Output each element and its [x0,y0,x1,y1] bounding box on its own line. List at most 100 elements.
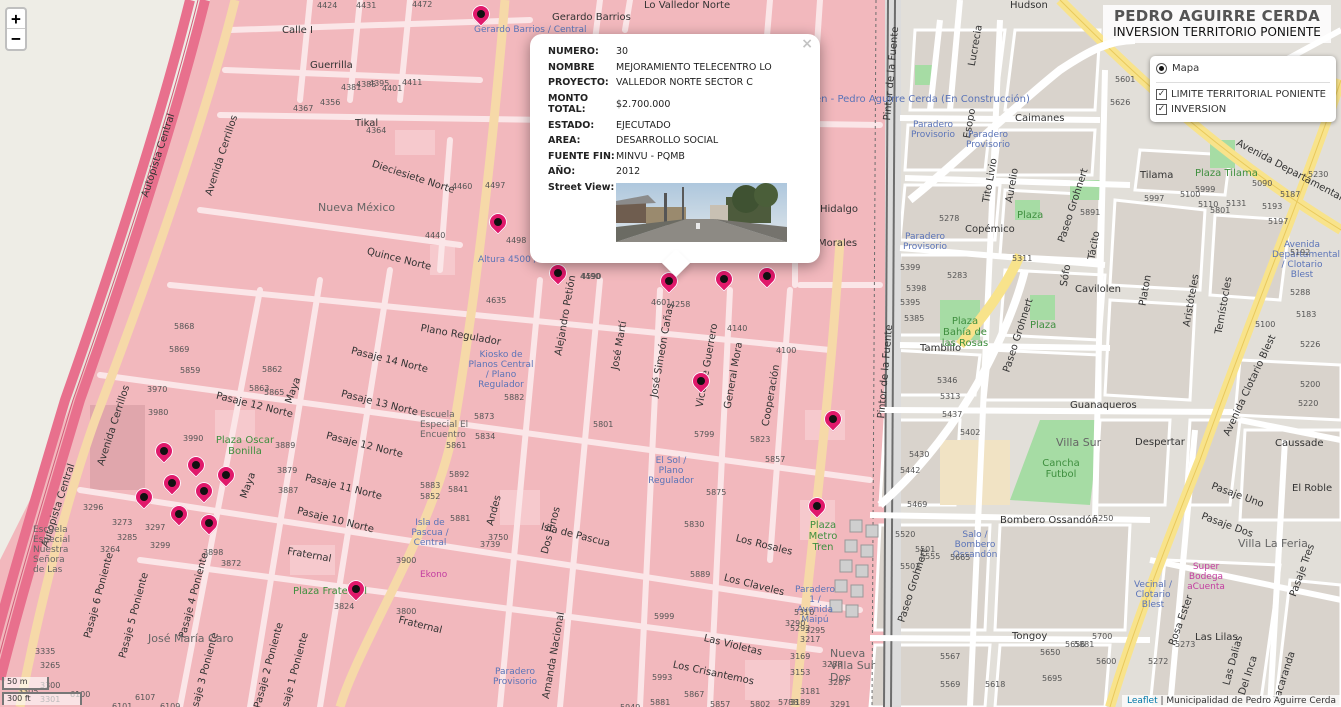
house-number-label: 5801 [593,420,614,429]
place-label: Escuela Especial El Encuentro [420,410,469,440]
place-label: Super Bodega aCuenta [1187,562,1225,592]
house-number-label: 6107 [135,693,156,702]
house-number-label: 5502 [900,562,921,571]
project-marker[interactable] [198,514,220,540]
popup-close-button[interactable]: × [801,36,813,52]
popup-value: MEJORAMIENTO TELECENTRO LO [616,61,772,73]
house-number-label: 4258 [670,300,691,309]
house-number-label: 3750 [488,533,509,542]
place-label: Ekono [420,570,448,580]
project-marker[interactable] [806,497,828,523]
house-number-label: 5882 [504,393,525,402]
popup-row: ESTADO: EJECUTADO [548,120,787,136]
map-title: PEDRO AGUIRRE CERDA [1113,7,1321,25]
project-marker[interactable] [470,5,492,31]
project-marker[interactable] [185,456,207,482]
leaflet-link[interactable]: Leaflet [1127,696,1158,706]
popup-key: PROYECTO: [548,77,609,88]
project-marker[interactable] [168,505,190,531]
house-number-label: 5862 [262,365,283,374]
house-number-label: 3889 [275,441,296,450]
popup-row: NUMERO: 30 [548,46,787,62]
house-number-label: 5395 [900,298,921,307]
project-marker[interactable] [713,270,735,296]
project-marker[interactable] [690,372,712,398]
house-number-label: 3990 [183,434,204,443]
house-number-label: 5567 [940,652,961,661]
attribution-source: Municipalidad de Pedro Aguirre Cerda [1166,696,1336,706]
project-marker[interactable] [133,488,155,514]
house-number-label: 5601 [1115,75,1136,84]
house-number-label: 5402 [960,428,981,437]
house-number-label: 5311 [1012,254,1033,263]
house-number-label: 5346 [937,376,958,385]
popup-key: Street View: [548,181,615,193]
popup-value: 2012 [616,166,641,177]
popup-key: FUENTE FIN: [548,150,615,162]
house-number-label: 5883 [420,481,441,490]
popup-value: MINVU - PQMB [616,150,685,162]
house-number-label: 6101 [112,702,133,707]
house-number-label: 3169 [790,652,811,661]
house-number-label: 5288 [1290,288,1311,297]
green-area-label: Plaza [1017,210,1044,221]
house-number-label: 4367 [293,104,314,113]
overlay-checkbox[interactable]: ✓ [1156,89,1167,100]
house-number-label: 5618 [985,680,1006,689]
layers-divider [1156,82,1330,83]
popup-value: 30 [616,46,629,57]
project-marker[interactable] [193,482,215,508]
house-number-label: 5852 [420,492,441,501]
popup-details-table: NUMERO: 30 NOMBRE MEJORAMIENTO TELECENTRO … [548,46,787,246]
project-marker[interactable] [756,267,778,293]
house-number-label: 3872 [221,559,242,568]
street-view-thumbnail[interactable] [616,182,787,242]
project-marker[interactable] [161,474,183,500]
scale-imperial: 300 ft [2,692,82,705]
project-marker[interactable] [345,580,367,606]
house-number-label: 5183 [1296,310,1317,319]
house-number-label: 5993 [652,673,673,682]
green-area-label: Plaza [1030,320,1057,331]
overlay-label: INVERSION [1171,104,1227,115]
project-marker[interactable] [547,264,569,290]
house-number-label: 4497 [485,181,506,190]
house-number-label: 5398 [906,284,927,293]
house-number-label: 4140 [727,324,748,333]
overlay-option-inversion[interactable]: ✓ INVERSION [1156,102,1330,117]
popup-row: MONTO TOTAL: $2.700.000 [548,93,787,120]
zoom-out-button[interactable]: − [7,29,25,49]
map-subtitle: INVERSION TERRITORIO PONIENTE [1113,25,1321,39]
house-number-label: 3189 [790,698,811,707]
base-layer-option[interactable]: Mapa [1156,61,1330,76]
popup-row: AÑO: 2012 [548,166,787,182]
base-layer-radio[interactable] [1156,63,1167,74]
project-marker[interactable] [153,442,175,468]
house-number-label: 4381 [341,83,362,92]
house-number-label: 5857 [765,455,786,464]
house-number-label: 5830 [684,520,705,529]
overlay-option-limit[interactable]: ✓ LIMITE TERRITORIAL PONIENTE [1156,87,1330,102]
house-number-label: 5220 [1298,399,1319,408]
house-number-label: 4635 [486,296,507,305]
place-label: Nueva México [318,201,396,214]
house-number-label: 5313 [940,392,961,401]
project-marker[interactable] [487,213,509,239]
project-marker[interactable] [822,410,844,436]
popup-key: NOMBRE [548,61,595,73]
house-number-label: 5857 [710,700,731,707]
house-number-label: 5197 [1268,217,1289,226]
popup-value: VALLEDOR NORTE SECTOR C [616,77,753,88]
overlay-checkbox[interactable]: ✓ [1156,104,1167,115]
house-number-label: 5469 [907,500,928,509]
popup-row: NOMBRE MEJORAMIENTO TELECENTRO LO [548,62,787,78]
project-marker[interactable] [215,466,237,492]
green-area-label: Plaza Metro Tren [808,520,838,553]
house-number-label: 5700 [1092,632,1113,641]
popup-value: EJECUTADO [616,119,671,131]
house-number-label: 3287 [828,678,849,687]
house-number-label: 5891 [1080,208,1101,217]
zoom-in-button[interactable]: + [7,9,25,29]
house-number-label: 3181 [800,687,821,696]
house-number-label: 5863 [249,384,270,393]
